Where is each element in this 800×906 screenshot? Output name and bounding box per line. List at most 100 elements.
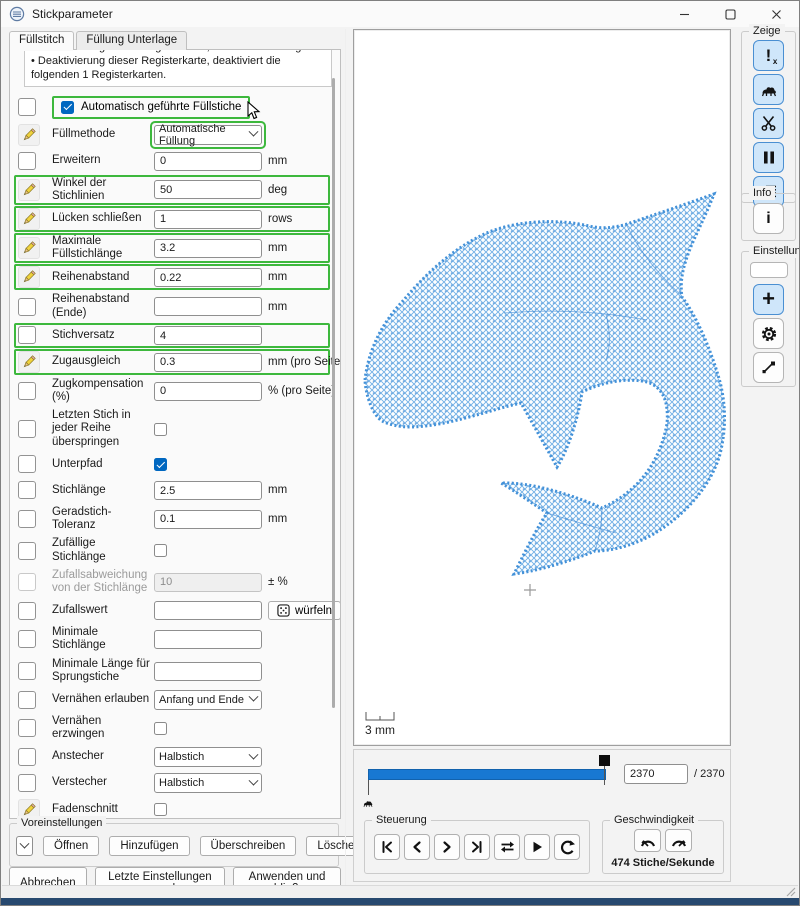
row-enable-checkbox[interactable] (18, 298, 36, 316)
skip-to-start-button[interactable] (374, 834, 400, 860)
presets-group: Voreinstellungen Öffnen Hinzufügen Übers… (9, 823, 339, 867)
auto-fill-checkbox[interactable] (61, 101, 74, 114)
window-bottom-strip (1, 898, 799, 905)
maximize-button[interactable] (707, 1, 753, 27)
pencil-toggle-button[interactable] (18, 124, 40, 146)
jump-stitch-frog-icon[interactable] (753, 74, 784, 105)
presets-overwrite-button[interactable]: Überschreiben (200, 836, 297, 856)
info-group-label: Info (749, 186, 775, 200)
row-enable-checkbox[interactable] (18, 630, 36, 648)
dice-roll-label: würfeln (295, 605, 332, 617)
row-enable-checkbox[interactable] (18, 98, 36, 116)
value-checkbox[interactable] (154, 544, 167, 557)
tab-fuellung-unterlage[interactable]: Füllung Unterlage (76, 31, 187, 50)
unit-label: mm (268, 484, 287, 496)
row-enable-checkbox[interactable] (18, 420, 36, 438)
value-input[interactable] (154, 239, 262, 258)
toggle-direction-button[interactable] (494, 834, 520, 860)
slow-down-button[interactable] (634, 829, 661, 852)
resize-grip[interactable] (786, 887, 796, 897)
skip-to-end-button[interactable] (464, 834, 490, 860)
app-icon (9, 6, 25, 22)
scale-arrows-icon[interactable] (753, 352, 784, 383)
row-enable-checkbox[interactable] (18, 602, 36, 620)
step-back-button[interactable] (404, 834, 430, 860)
show-group-label: Zeige (749, 24, 785, 38)
value-select[interactable]: Automatische Füllung (154, 125, 262, 145)
row-enable-checkbox[interactable] (18, 573, 36, 591)
row-enable-checkbox[interactable] (18, 152, 36, 170)
stitch-slider-handle[interactable] (599, 755, 610, 766)
row-enable-checkbox[interactable] (18, 748, 36, 766)
value-input[interactable] (154, 152, 262, 171)
tab-fuellstitch[interactable]: Füllstitch (9, 31, 74, 50)
row-enable-checkbox[interactable] (18, 719, 36, 737)
value-input[interactable] (154, 601, 262, 620)
value-select[interactable]: Halbstich (154, 773, 262, 793)
value-input[interactable] (154, 510, 262, 529)
value-input[interactable] (154, 573, 262, 592)
row-enable-checkbox[interactable] (18, 382, 36, 400)
restart-button[interactable] (554, 834, 580, 860)
value-input[interactable] (154, 353, 262, 372)
zoom-plus-icon[interactable]: + (753, 284, 784, 315)
dolphin-stitch-render: 3 mm (354, 30, 730, 745)
row-enable-checkbox[interactable] (18, 662, 36, 680)
presets-open-button[interactable]: Öffnen (43, 836, 99, 856)
form-scrollbar[interactable] (332, 78, 335, 708)
value-input[interactable] (154, 326, 262, 345)
info-icon[interactable]: i (753, 203, 784, 234)
pencil-toggle-button[interactable] (18, 266, 40, 288)
value-checkbox[interactable] (154, 423, 167, 436)
row-enable-checkbox[interactable] (18, 774, 36, 792)
dice-roll-button[interactable]: würfeln (268, 601, 341, 620)
value-input[interactable] (154, 481, 262, 500)
value-select[interactable]: Halbstich (154, 747, 262, 767)
value-input[interactable] (154, 210, 262, 229)
speed-up-button[interactable] (665, 829, 692, 852)
value-input[interactable] (154, 297, 262, 316)
value-input[interactable] (154, 268, 262, 287)
row-label: Letzten Stich in jeder Reihe überspringe… (52, 409, 154, 449)
row-enable-checkbox[interactable] (18, 691, 36, 709)
value-checkbox[interactable] (154, 722, 167, 735)
stop-pause-icon[interactable] (753, 142, 784, 173)
pencil-toggle-button[interactable] (18, 208, 40, 230)
row-label: Zugausgleich (52, 355, 154, 368)
value-checkbox[interactable] (154, 458, 167, 471)
presets-select[interactable] (16, 836, 33, 856)
row-label: Verstecher (52, 776, 154, 789)
row-label: Minimale Länge für Sprungstiche (52, 658, 154, 684)
row-label: Zufällige Stichlänge (52, 537, 154, 563)
stitch-slider-track[interactable] (368, 769, 606, 780)
value-select[interactable]: Anfang und Ende (154, 690, 262, 710)
row-label: Maximale Füllstichlänge (52, 235, 154, 261)
play-button[interactable] (524, 834, 550, 860)
step-forward-button[interactable] (434, 834, 460, 860)
value-checkbox[interactable] (154, 803, 167, 816)
row-enable-checkbox[interactable] (18, 455, 36, 473)
settings-gear-icon[interactable] (753, 318, 784, 349)
minimize-button[interactable] (661, 1, 707, 27)
trim-scissors-icon[interactable] (753, 108, 784, 139)
color-swatch[interactable] (750, 262, 788, 278)
pencil-toggle-button[interactable] (18, 351, 40, 373)
row-enable-checkbox[interactable] (18, 542, 36, 560)
row-enable-checkbox[interactable] (18, 510, 36, 528)
row-enable-checkbox[interactable] (18, 326, 36, 344)
value-input[interactable] (154, 382, 262, 401)
row-enable-checkbox[interactable] (18, 481, 36, 499)
row-label: Minimale Stichlänge (52, 626, 154, 652)
fill-stitch-tab-panel: • Deaktivierung dieser Registerkarte, de… (9, 49, 341, 819)
value-input[interactable] (154, 662, 262, 681)
needle-points-icon[interactable]: !x (753, 40, 784, 71)
speed-group: Geschwindigkeit 474 Stiche/Sekunde (602, 820, 724, 874)
presets-add-button[interactable]: Hinzufügen (109, 836, 189, 856)
dolphin-shape (365, 194, 725, 596)
pencil-toggle-button[interactable] (18, 237, 40, 259)
value-input[interactable] (154, 180, 262, 199)
panel-splitter[interactable] (345, 29, 346, 887)
pencil-toggle-button[interactable] (18, 179, 40, 201)
stitch-position-input[interactable] (624, 764, 688, 784)
value-input[interactable] (154, 630, 262, 649)
